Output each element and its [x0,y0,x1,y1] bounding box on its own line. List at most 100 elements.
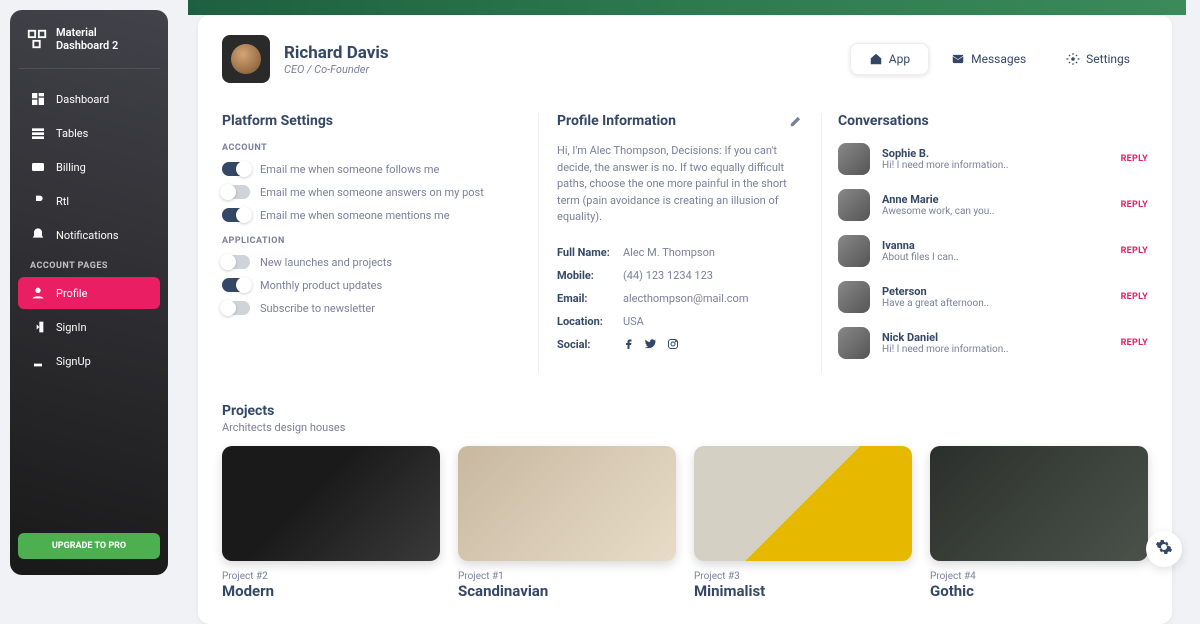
hero-banner [188,0,1186,15]
conversation-name: Anne Marie [882,193,1109,206]
conversation-msg: About files I can.. [882,252,1109,263]
sidebar-item-label: Profile [56,287,87,300]
toggle-switch[interactable] [222,185,250,199]
reply-button[interactable]: REPLY [1121,292,1148,302]
conversation-item: Sophie B. Hi! I need more information.. … [838,143,1148,175]
tab-messages[interactable]: Messages [933,43,1044,75]
conversation-item: Peterson Have a great afternoon.. REPLY [838,281,1148,313]
conversation-item: Ivanna About files I can.. REPLY [838,235,1148,267]
toggle-switch[interactable] [222,278,250,292]
sidebar-item-billing[interactable]: Billing [18,151,160,183]
toggle-label: Subscribe to newsletter [260,302,375,315]
project-card[interactable]: Project #4 Gothic [930,446,1148,600]
avatar [838,143,870,175]
info-val: Alec M. Thompson [623,246,715,259]
sidebar-item-label: Billing [56,161,86,174]
conversation-name: Nick Daniel [882,331,1109,344]
sidebar-item-tables[interactable]: Tables [18,117,160,149]
section-title: Profile Information [557,113,803,129]
toggle-label: Email me when someone answers on my post [260,186,484,199]
reply-button[interactable]: REPLY [1121,246,1148,256]
tab-label: App [889,52,910,66]
avatar [838,281,870,313]
info-key: Social: [557,338,617,353]
sidebar-item-signup[interactable]: SignUp [18,345,160,377]
avatar [222,35,270,83]
sidebar-item-profile[interactable]: Profile [18,277,160,309]
avatar [838,327,870,359]
mail-icon [951,52,965,66]
notifications-icon [30,227,46,243]
gear-icon [1066,52,1080,66]
twitter-icon[interactable] [645,338,657,353]
sidebar-item-label: Notifications [56,229,119,242]
projects-grid: Project #2 Modern Project #1 Scandinavia… [222,446,1148,600]
sidebar-item-label: SignIn [56,321,87,334]
tab-settings[interactable]: Settings [1048,43,1148,75]
info-key: Mobile: [557,269,617,282]
main-card: Richard Davis CEO / Co-Founder App Messa… [198,15,1172,624]
signup-icon [30,353,46,369]
tab-app[interactable]: App [850,43,929,75]
project-card[interactable]: Project #1 Scandinavian [458,446,676,600]
sidebar-item-dashboard[interactable]: Dashboard [18,83,160,115]
conversation-name: Peterson [882,285,1109,298]
account-label: ACCOUNT [222,143,522,153]
conversation-item: Nick Daniel Hi! I need more information.… [838,327,1148,359]
profile-header: Richard Davis CEO / Co-Founder App Messa… [222,35,1148,83]
project-card[interactable]: Project #3 Minimalist [694,446,912,600]
project-image [458,446,676,561]
settings-fab[interactable] [1146,531,1182,567]
info-val: (44) 123 1234 123 [623,269,713,282]
tabs: App Messages Settings [850,43,1148,75]
project-number: Project #3 [694,571,912,582]
sidebar-item-notifications[interactable]: Notifications [18,219,160,251]
social-links [623,338,679,353]
sidebar-item-signin[interactable]: SignIn [18,311,160,343]
project-number: Project #4 [930,571,1148,582]
reply-button[interactable]: REPLY [1121,200,1148,210]
info-key: Full Name: [557,246,617,259]
toggle-switch[interactable] [222,255,250,269]
project-card[interactable]: Project #2 Modern [222,446,440,600]
toggle-switch[interactable] [222,162,250,176]
toggle-label: Email me when someone follows me [260,163,439,176]
sidebar-item-label: Dashboard [56,93,109,106]
body-grid: Platform Settings ACCOUNT Email me when … [222,113,1148,373]
avatar [838,235,870,267]
signin-icon [30,319,46,335]
conversation-msg: Hi! I need more information.. [882,160,1109,171]
info-social: Social: [557,338,803,353]
sidebar-item-rtl[interactable]: Rtl [18,185,160,217]
instagram-icon[interactable] [667,338,679,353]
conversation-msg: Have a great afternoon.. [882,298,1109,309]
facebook-icon[interactable] [623,338,635,353]
reply-button[interactable]: REPLY [1121,338,1148,348]
dashboard-icon [30,91,46,107]
tab-label: Messages [971,52,1026,66]
projects-section: Projects Architects design houses Projec… [222,403,1148,600]
toggle-newsletter: Subscribe to newsletter [222,301,522,315]
sidebar-item-label: Rtl [56,195,69,208]
tab-label: Settings [1086,52,1130,66]
sidebar: Material Dashboard 2 Dashboard Tables Bi… [10,10,168,575]
toggle-label: New launches and projects [260,256,392,269]
edit-icon[interactable] [789,113,803,132]
reply-button[interactable]: REPLY [1121,154,1148,164]
conversation-name: Ivanna [882,239,1109,252]
section-title: Conversations [838,113,1148,129]
profile-icon [30,285,46,301]
conversation-name: Sophie B. [882,147,1109,160]
section-title: Platform Settings [222,113,522,129]
conversations: Conversations Sophie B. Hi! I need more … [838,113,1148,373]
profile-bio: Hi, I'm Alec Thompson, Decisions: If you… [557,143,803,226]
info-val: USA [623,315,644,328]
application-label: APPLICATION [222,236,522,246]
toggle-switch[interactable] [222,301,250,315]
projects-title: Projects [222,403,1148,419]
brand-text: Material Dashboard 2 [56,26,152,52]
nav: Dashboard Tables Billing Rtl Notificatio… [18,81,160,533]
toggle-switch[interactable] [222,208,250,222]
upgrade-button[interactable]: UPGRADE TO PRO [18,533,160,559]
platform-settings: Platform Settings ACCOUNT Email me when … [222,113,522,373]
